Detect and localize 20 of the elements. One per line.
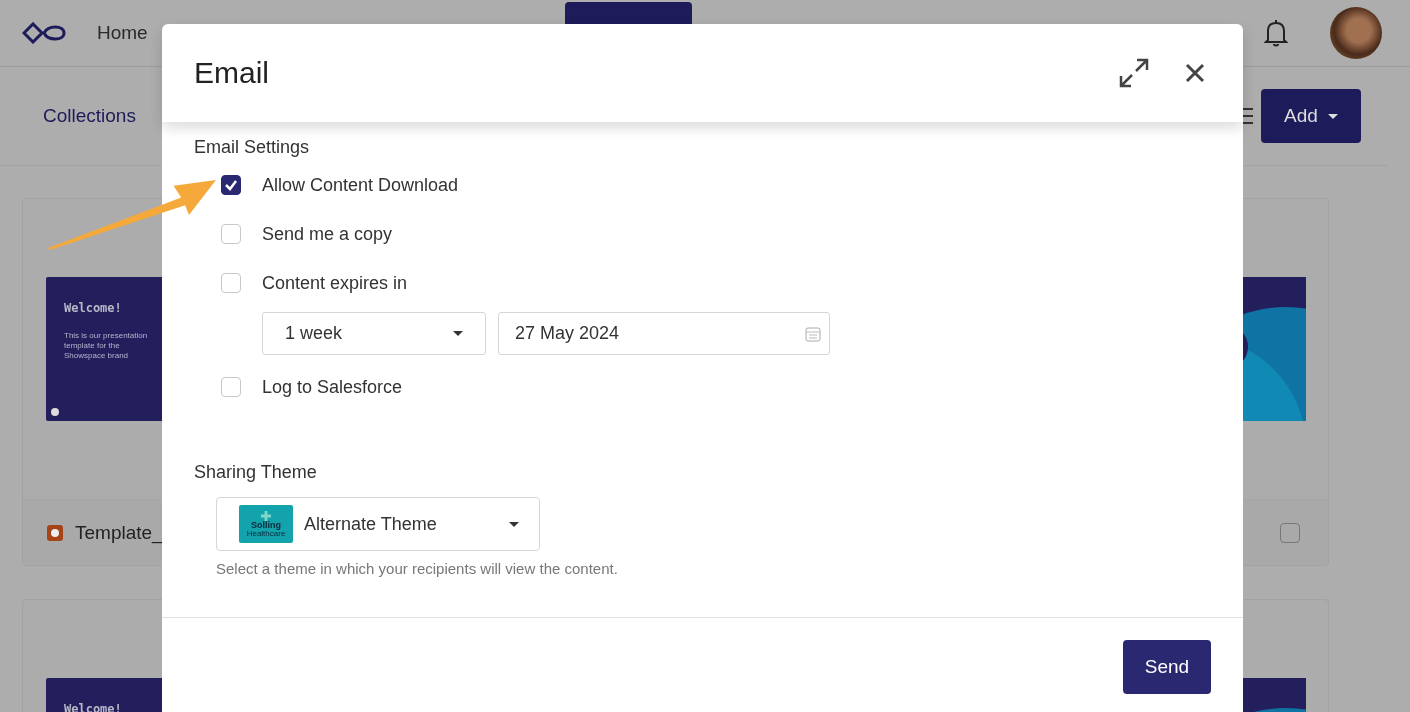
theme-logo-subtitle: Healthcare: [246, 529, 286, 538]
option-label: Content expires in: [262, 272, 408, 294]
option-label: Log to Salesforce: [262, 376, 403, 398]
add-button[interactable]: Add: [1261, 89, 1361, 143]
option-label: Allow Content Download: [262, 174, 459, 196]
theme-select[interactable]: Solling Healthcare Alternate Theme: [216, 497, 540, 551]
duration-select[interactable]: 1 week: [262, 312, 486, 355]
section-label: Email Settings: [194, 137, 311, 158]
helper-text: Select a theme in which your recipients will view the content.: [216, 560, 619, 577]
theme-logo-title: Solling: [251, 520, 281, 530]
option-label: Send me a copy: [262, 223, 393, 245]
file-name: Template_: [75, 521, 163, 544]
send-button[interactable]: Send: [1123, 640, 1211, 694]
dialog-title: Email: [194, 56, 269, 90]
collections-link[interactable]: Collections: [43, 105, 136, 127]
section-label: Sharing Theme: [194, 462, 318, 483]
slide-text: This is our presentation template for the Showspace brand: [64, 331, 149, 361]
date-field[interactable]: 27 May 2024: [498, 312, 830, 355]
nav-link[interactable]: Home: [97, 22, 148, 44]
slide-title: Welcome!: [64, 301, 123, 315]
